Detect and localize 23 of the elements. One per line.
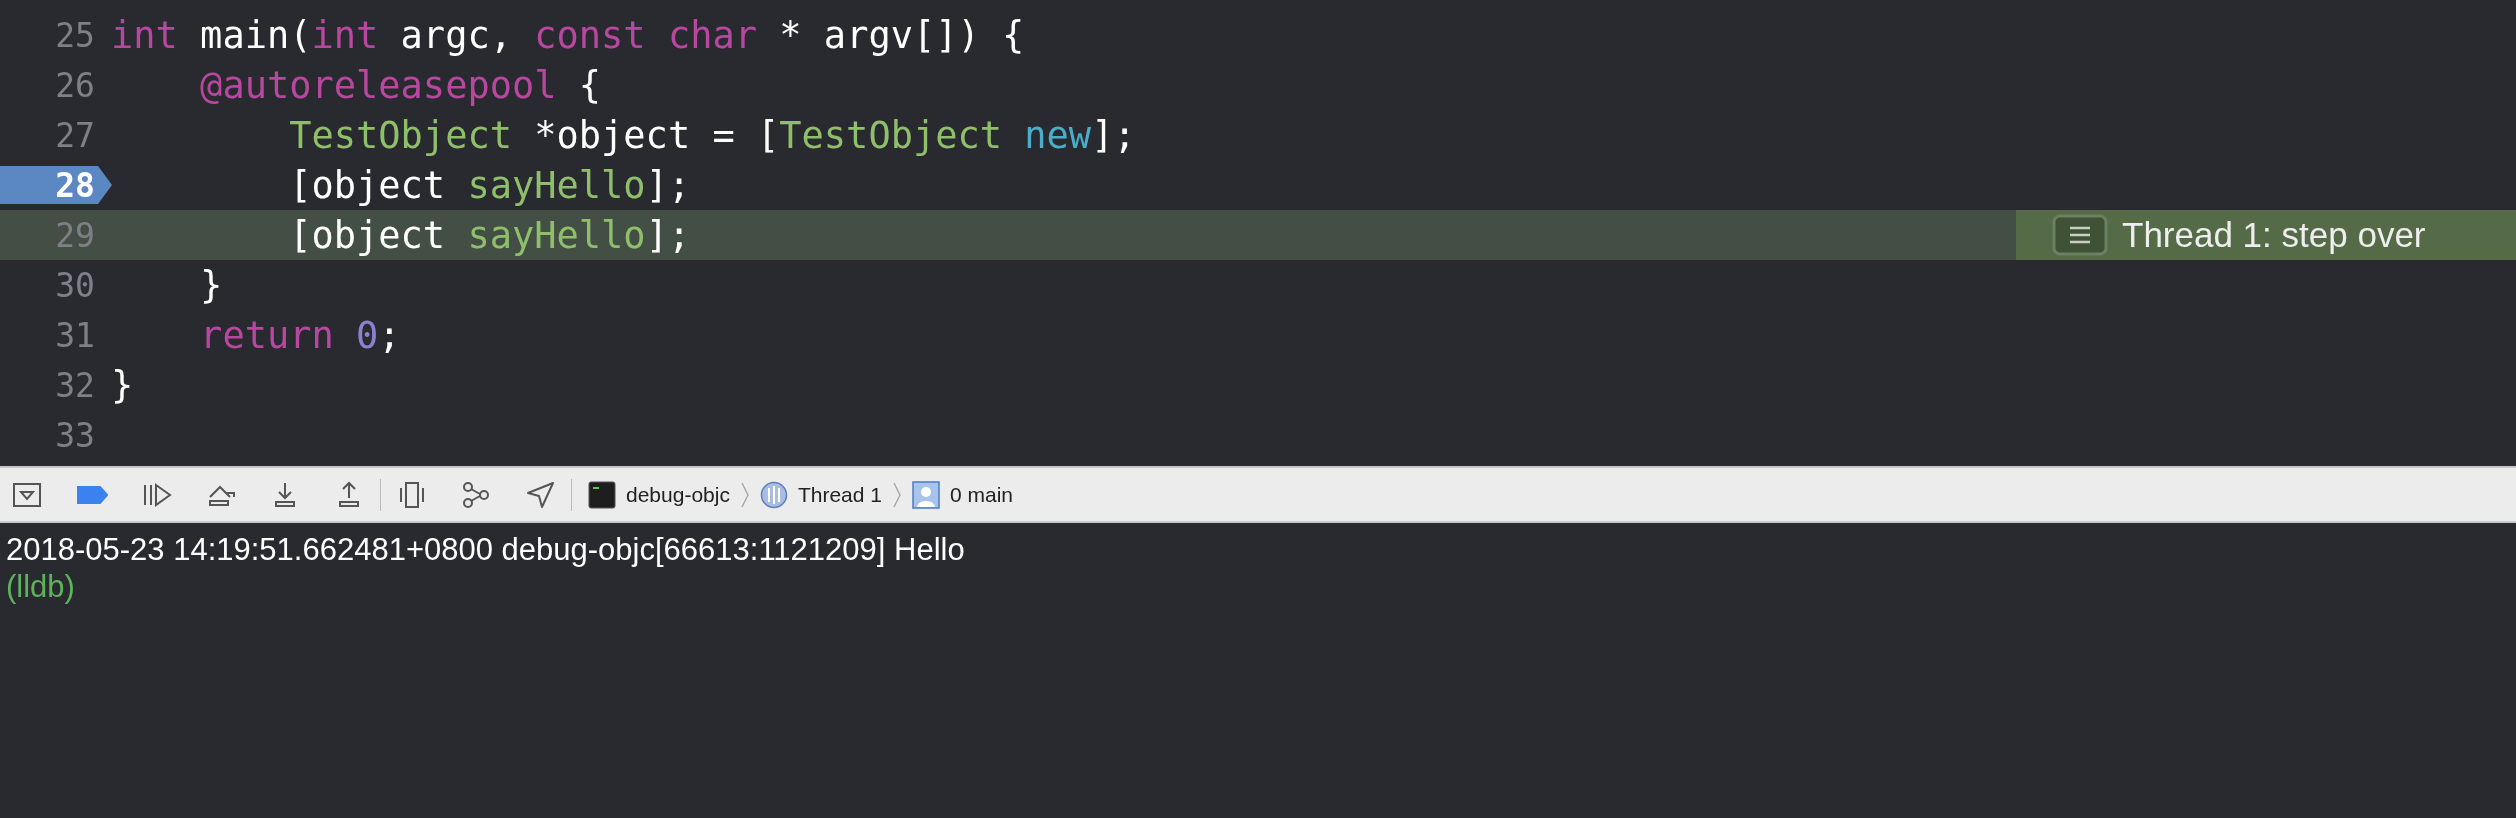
line-number: 26 bbox=[55, 65, 95, 105]
debug-annotation: Thread 1: step over bbox=[2122, 215, 2426, 255]
breadcrumb-item[interactable]: debug-objc bbox=[588, 480, 730, 509]
code-line: TestObject *object = [TestObject new]; bbox=[288, 113, 1136, 157]
line-number: 25 bbox=[55, 15, 95, 55]
console-line: (lldb) bbox=[6, 568, 76, 605]
line-number: 33 bbox=[55, 415, 95, 455]
code-line: } bbox=[111, 363, 134, 407]
code-line: int main(int argc, const char * argv[]) { bbox=[111, 13, 1025, 57]
line-number: 27 bbox=[55, 115, 95, 155]
console-line: 2018-05-23 14:19:51.662481+0800 debug-objc[66613:1121209] Hello bbox=[6, 531, 966, 568]
code-line: [object sayHello]; bbox=[288, 163, 691, 207]
line-number: 29 bbox=[55, 215, 95, 255]
breadcrumb-item[interactable]: Thread 1 bbox=[759, 480, 882, 509]
line-number: 28 bbox=[55, 165, 95, 205]
code-line: [object sayHello]; bbox=[288, 213, 691, 257]
breadcrumb-item[interactable]: 0 main bbox=[912, 480, 1013, 509]
line-number: 32 bbox=[55, 365, 95, 405]
line-number: 30 bbox=[55, 265, 95, 305]
line-number: 31 bbox=[55, 315, 95, 355]
code-line: @autoreleasepool { bbox=[199, 63, 602, 107]
code-line: } bbox=[199, 263, 223, 307]
code-line: return 0; bbox=[199, 313, 401, 357]
